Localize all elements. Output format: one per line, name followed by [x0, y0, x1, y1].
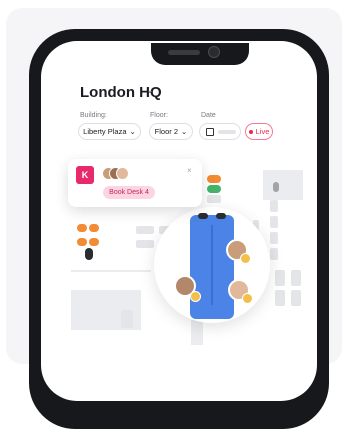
room-wall — [191, 320, 203, 345]
chevron-down-icon[interactable]: ⌄ — [146, 85, 154, 96]
desk-divider — [211, 225, 213, 305]
orange-chair — [89, 238, 99, 246]
star-icon — [190, 291, 201, 302]
zoom-lens — [154, 207, 270, 323]
room-wall — [71, 270, 151, 272]
calendar-icon — [206, 127, 214, 136]
star-icon — [240, 253, 251, 264]
desk[interactable] — [275, 290, 285, 306]
chair-dark — [216, 213, 226, 219]
live-toggle[interactable]: Live — [245, 123, 273, 140]
desk[interactable] — [291, 290, 301, 306]
room-wall — [263, 170, 303, 200]
chevron-down-icon: ⌄ — [129, 127, 136, 136]
desk[interactable] — [207, 195, 221, 203]
chevron-down-icon: ⌄ — [181, 127, 188, 136]
desk[interactable] — [136, 226, 154, 234]
building-select[interactable]: Liberty Plaza ⌄ — [78, 123, 141, 140]
avatar — [116, 167, 129, 180]
star-icon — [242, 293, 253, 304]
desk[interactable] — [270, 248, 278, 260]
book-desk-button[interactable]: Book Desk 4 — [103, 186, 155, 199]
desk[interactable] — [121, 310, 133, 328]
green-chair — [207, 185, 221, 193]
orange-chair — [77, 224, 87, 232]
date-picker[interactable] — [199, 123, 241, 140]
close-icon[interactable]: × — [187, 166, 192, 175]
desk[interactable] — [136, 240, 154, 248]
speaker — [168, 50, 200, 55]
date-value-placeholder — [218, 129, 236, 134]
chair-dark — [198, 213, 208, 219]
desk[interactable] — [291, 270, 301, 286]
desk[interactable] — [270, 216, 278, 228]
building-label: Building: — [80, 112, 107, 119]
floor-label: Floor: — [150, 112, 168, 119]
orange-chair — [77, 238, 87, 246]
desk[interactable] — [270, 232, 278, 244]
desk[interactable] — [275, 270, 285, 286]
orange-chair — [207, 175, 221, 183]
live-label: Live — [255, 127, 270, 136]
floor-value: Floor 2 — [154, 127, 179, 136]
orange-chair — [89, 224, 99, 232]
date-label: Date — [201, 112, 216, 119]
phone-notch — [151, 43, 249, 65]
camera — [208, 46, 220, 58]
desk[interactable] — [270, 200, 278, 212]
floor-select[interactable]: Floor 2 ⌄ — [149, 123, 193, 140]
brand-logo: K — [76, 166, 94, 184]
person-marker — [85, 248, 93, 260]
person-marker — [273, 182, 279, 192]
live-dot — [248, 129, 253, 134]
building-value: Liberty Plaza — [83, 127, 127, 136]
